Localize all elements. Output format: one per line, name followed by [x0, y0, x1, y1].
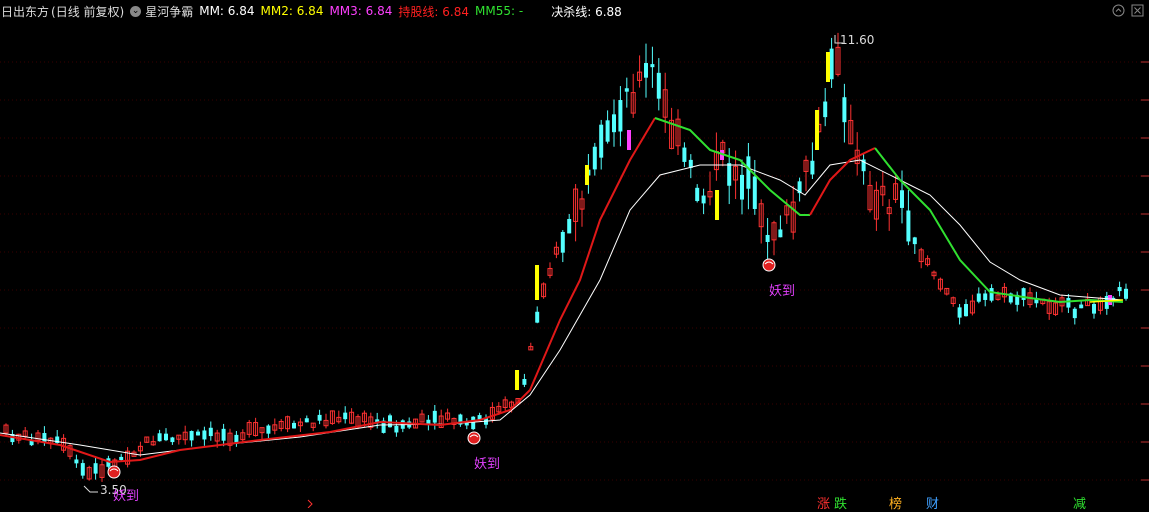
candle-body-down: [900, 190, 904, 208]
signal-marks: [83, 35, 843, 508]
candle-body-down: [292, 422, 296, 429]
candle-body-down: [80, 463, 85, 476]
candle-body-down: [426, 419, 431, 424]
candle-body-down: [208, 427, 213, 437]
candle-body-down: [471, 416, 476, 430]
candle-body-down: [266, 425, 271, 434]
candle-body-down: [605, 120, 610, 142]
min-pointer: [83, 485, 98, 493]
candle-body-down: [221, 428, 226, 441]
hold-line-down: [874, 147, 1124, 304]
signal-label-3: 妖到: [769, 284, 796, 299]
candle-body-down: [624, 88, 629, 92]
candle-body-down: [1092, 303, 1096, 314]
candle-body-down: [906, 210, 911, 242]
signal-label-2: 妖到: [474, 457, 501, 472]
candle-body-down: [957, 307, 962, 318]
candle-body-down: [196, 431, 200, 436]
candle-body-down: [567, 218, 572, 234]
candle-body-down: [765, 234, 770, 242]
candle-body-down: [989, 288, 994, 301]
candle-body-down: [432, 410, 437, 423]
candle-body-down: [560, 231, 565, 253]
kill-line: [0, 159, 1124, 456]
candle-highlight: [627, 130, 631, 150]
hold-line-up: [809, 147, 876, 216]
candle-body-down: [1066, 297, 1071, 308]
candle-body-down: [1117, 287, 1122, 292]
tag-finance[interactable]: 财: [926, 493, 939, 512]
candle-body-down: [1072, 308, 1077, 319]
candle-body-down: [234, 434, 239, 443]
candle-body-down: [778, 229, 783, 238]
candle-body-down: [388, 415, 392, 428]
candle-body-down: [752, 176, 757, 209]
candle-body-down: [746, 156, 751, 189]
candle-body-down: [202, 430, 207, 440]
tag-rise[interactable]: 涨: [817, 493, 830, 512]
candle-body-down: [119, 456, 124, 460]
candle-body-down: [912, 237, 917, 245]
candle-body-down: [1079, 304, 1084, 309]
candle-body-down: [74, 459, 79, 464]
candle-body-down: [976, 293, 981, 302]
candle-body-down: [656, 72, 661, 99]
candle-body-down: [701, 195, 706, 204]
candle-body-down: [682, 147, 687, 162]
candle-body-down: [164, 433, 168, 441]
chart-grid: [0, 61, 1149, 481]
candle-body-down: [983, 293, 988, 300]
candle-body-down: [695, 187, 700, 202]
candle-body-down: [394, 425, 399, 433]
tag-reduce[interactable]: 减: [1073, 493, 1086, 512]
bottom-marker: [307, 499, 313, 508]
signal-ball: [467, 431, 481, 445]
candle-body-down: [157, 433, 162, 442]
signal-ball: [762, 258, 776, 272]
candle-highlight: [585, 165, 589, 185]
candle-body-down: [650, 64, 655, 68]
candle-body-down: [343, 412, 348, 420]
candle-body-down: [317, 414, 322, 421]
candle-highlight: [515, 370, 519, 390]
candle-body-down: [592, 146, 597, 170]
candle-body-down: [810, 160, 815, 175]
candle-body-down: [829, 48, 834, 80]
candle-body-down: [599, 124, 604, 158]
candle-body-down: [644, 63, 648, 78]
candle-body-down: [522, 378, 527, 385]
candle-highlight: [826, 52, 830, 82]
candle-body-down: [618, 100, 623, 132]
candle-highlight: [535, 265, 539, 300]
candle-body-down: [823, 101, 828, 118]
candle-body-down: [189, 431, 194, 441]
candle-highlight: [715, 190, 719, 220]
candle-body-down: [304, 418, 309, 423]
candle-body-down: [612, 114, 616, 133]
candlestick-chart[interactable]: [0, 0, 1149, 508]
candle-body-down: [170, 437, 175, 443]
candle-body-down: [727, 163, 732, 186]
max-price-label: 11.60: [840, 33, 874, 47]
candle-highlight: [815, 110, 819, 150]
candle-body-down: [842, 97, 847, 123]
candle-body-down: [535, 311, 540, 323]
signal-label-1: 妖到: [113, 489, 140, 504]
signal-ball: [107, 465, 121, 479]
max-price-value: 11.60: [840, 33, 875, 47]
candle-body-down: [964, 304, 968, 317]
candle-body-down: [740, 174, 744, 200]
tag-rank[interactable]: 榜: [889, 493, 902, 512]
candle-body-down: [1124, 288, 1128, 299]
tag-fall[interactable]: 跌: [834, 493, 847, 512]
candle-body-down: [93, 463, 98, 474]
